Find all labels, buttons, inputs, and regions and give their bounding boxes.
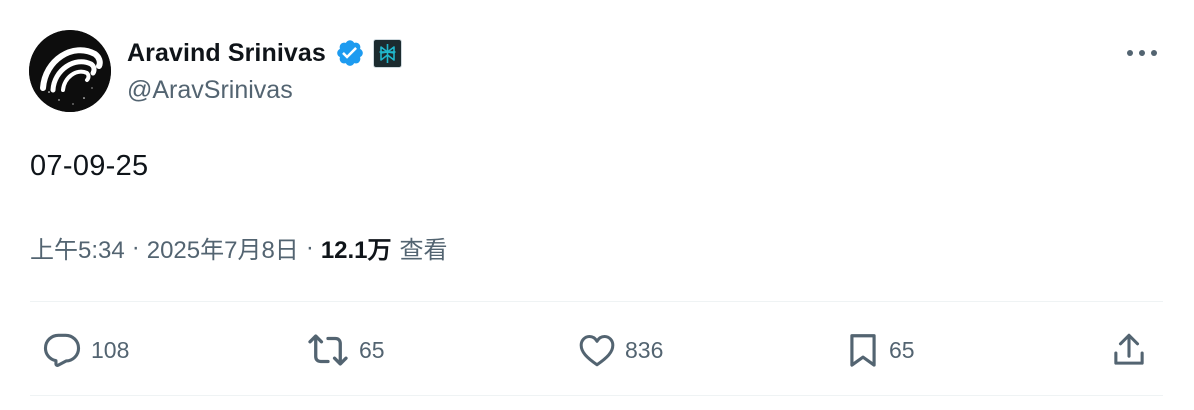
reply-icon — [43, 333, 81, 367]
views-count[interactable]: 12.1万 — [321, 230, 392, 265]
verified-badge-icon[interactable] — [335, 38, 365, 68]
retweet-count: 65 — [359, 336, 385, 363]
meta-separator: · — [305, 233, 314, 261]
tweet-card: Aravind Srinivas @AravSrinivas 07-09-25 … — [0, 0, 1194, 410]
bookmark-icon — [850, 334, 876, 367]
share-button[interactable] — [1112, 330, 1146, 370]
views-label[interactable]: 查看 — [400, 230, 448, 265]
bookmark-count: 65 — [889, 336, 915, 363]
like-button[interactable]: 836 — [578, 330, 663, 370]
author-handle[interactable]: @AravSrinivas — [127, 76, 293, 105]
author-display-name[interactable]: Aravind Srinivas — [127, 39, 326, 68]
avatar[interactable] — [29, 30, 111, 112]
tweet-time[interactable]: 上午5:34 — [30, 230, 125, 265]
perplexity-logo-icon[interactable] — [372, 38, 402, 68]
divider — [30, 301, 1163, 302]
tweet-text: 07-09-25 — [30, 150, 149, 182]
share-upload-icon — [1114, 333, 1144, 365]
reply-count: 108 — [91, 336, 130, 363]
heart-icon — [579, 335, 615, 367]
divider — [30, 395, 1163, 396]
like-count: 836 — [625, 336, 664, 363]
retweet-icon — [308, 334, 348, 366]
tweet-date[interactable]: 2025年7月8日 — [147, 230, 299, 265]
retweet-button[interactable]: 65 — [306, 330, 385, 370]
bookmark-button[interactable]: 65 — [846, 330, 915, 370]
wave-logo-avatar-icon — [29, 30, 111, 112]
reply-button[interactable]: 108 — [42, 330, 129, 370]
author-name-row: Aravind Srinivas — [127, 36, 402, 70]
tweet-meta: 上午5:34 · 2025年7月8日 · 12.1万 查看 — [30, 230, 448, 265]
more-options-button[interactable] — [1122, 38, 1162, 68]
meta-separator: · — [131, 233, 140, 261]
more-dots-icon — [1127, 50, 1157, 56]
